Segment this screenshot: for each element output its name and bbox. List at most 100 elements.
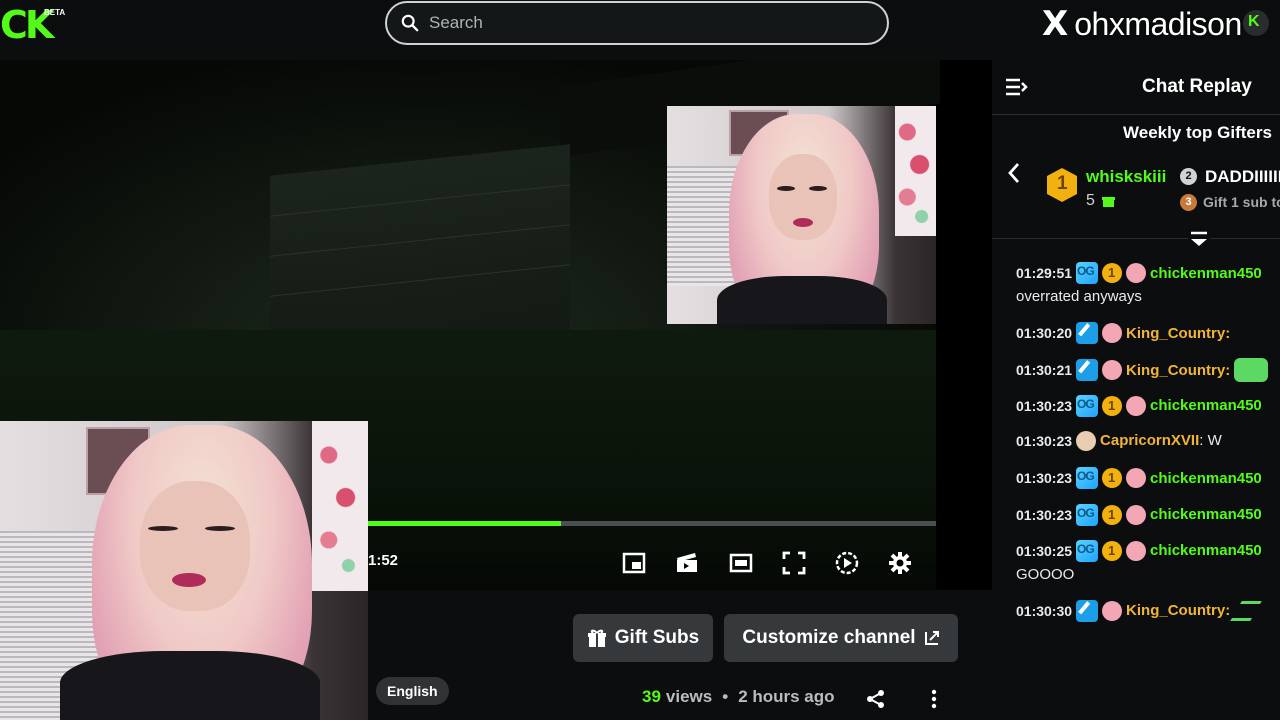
bunny-badge-icon bbox=[1076, 430, 1097, 451]
streamer-facecam-overlay bbox=[667, 106, 936, 324]
customize-channel-label: Customize channel bbox=[742, 627, 916, 648]
chat-header: Chat Replay bbox=[992, 60, 1280, 115]
message-timestamp: 01:30:25 bbox=[1016, 542, 1073, 559]
more-options-icon[interactable] bbox=[924, 688, 944, 710]
expand-gifters-icon[interactable] bbox=[1188, 230, 1210, 248]
customize-channel-button[interactable]: Customize channel bbox=[724, 614, 958, 662]
chevron-left-icon[interactable] bbox=[1006, 162, 1022, 184]
og-badge-icon bbox=[1076, 503, 1099, 526]
subscriber-badge-icon bbox=[1102, 540, 1123, 561]
chat-username[interactable]: chickenman450 bbox=[1150, 470, 1262, 487]
gift-icon bbox=[587, 629, 606, 647]
search-icon bbox=[401, 14, 419, 32]
message-text: overrated anyways bbox=[1016, 288, 1142, 305]
settings-icon bbox=[889, 552, 911, 574]
chat-username[interactable]: chickenman450 bbox=[1150, 506, 1262, 523]
playback-speed-button[interactable] bbox=[834, 550, 860, 576]
chat-username[interactable]: King_Country: bbox=[1126, 362, 1230, 379]
og-badge-icon bbox=[1076, 539, 1099, 562]
subscriber-badge-icon bbox=[1102, 263, 1123, 283]
chat-message: 01:30:20 King_Country: bbox=[1016, 322, 1230, 344]
gift-icon bbox=[1102, 197, 1115, 207]
top-gifter-name[interactable]: whiskskiii bbox=[1086, 167, 1166, 187]
kick-logo[interactable]: CK BETA bbox=[0, 4, 70, 44]
og-badge-icon bbox=[1076, 394, 1099, 417]
bunny-badge-icon bbox=[1126, 395, 1147, 416]
bunny-badge-icon bbox=[1102, 323, 1123, 343]
chat-username[interactable]: chickenman450 bbox=[1150, 265, 1262, 282]
posted-time: 2 hours ago bbox=[738, 687, 835, 706]
fullscreen-icon bbox=[782, 551, 806, 575]
video-progress-bar[interactable] bbox=[368, 521, 936, 526]
clip-button[interactable] bbox=[674, 550, 700, 576]
collapse-chat-icon[interactable] bbox=[1004, 76, 1028, 98]
streamer-webcam bbox=[0, 421, 368, 720]
bunny-badge-icon bbox=[1102, 360, 1123, 381]
kick-badge-icon: K bbox=[1243, 10, 1269, 36]
fullscreen-button[interactable] bbox=[781, 550, 807, 576]
og-badge-icon bbox=[1076, 467, 1099, 490]
chat-username[interactable]: King_Country: bbox=[1126, 602, 1230, 619]
language-tag[interactable]: English bbox=[376, 677, 449, 705]
chat-message: 01:30:25 chickenman450 bbox=[1016, 539, 1262, 562]
video-meta: 39 views • 2 hours ago bbox=[642, 687, 835, 706]
message-timestamp: 01:30:20 bbox=[1016, 325, 1073, 341]
streamer-handle: ohxmadison bbox=[1074, 5, 1242, 42]
chat-message: 01:30:23 chickenman450 bbox=[1016, 394, 1262, 417]
settings-button[interactable] bbox=[887, 550, 913, 576]
chat-username[interactable]: chickenman450 bbox=[1150, 542, 1262, 559]
chat-message: 01:30:23 chickenman450 bbox=[1016, 503, 1262, 526]
share-icon[interactable] bbox=[866, 689, 886, 709]
beta-badge: BETA bbox=[44, 8, 66, 17]
pip-icon bbox=[622, 552, 646, 574]
chat-message: 01:30:23 CapricornXVII: W bbox=[1016, 430, 1222, 451]
message-timestamp: 01:30:21 bbox=[1016, 362, 1073, 379]
gift-subs-label: Gift Subs bbox=[614, 627, 700, 648]
pip-button[interactable] bbox=[621, 550, 647, 576]
playback-time: 1:52 bbox=[368, 552, 399, 569]
subscriber-badge-icon bbox=[1102, 395, 1123, 416]
search-bar[interactable] bbox=[385, 1, 889, 45]
moderator-badge-icon bbox=[1076, 322, 1099, 344]
message-timestamp: 01:30:23 bbox=[1016, 506, 1073, 523]
message-text: GOOOO bbox=[1016, 565, 1075, 583]
message-timestamp: 01:30:23 bbox=[1016, 397, 1073, 414]
moderator-badge-icon bbox=[1076, 359, 1099, 382]
chat-message: 01:30:23 chickenman450 bbox=[1016, 467, 1262, 490]
message-timestamp: 01:30:23 bbox=[1016, 432, 1073, 449]
og-badge-icon bbox=[1076, 262, 1099, 284]
rank-1-number: 1 bbox=[1057, 173, 1068, 194]
gift-subs-button[interactable]: Gift Subs bbox=[573, 614, 713, 662]
views-label: views bbox=[665, 687, 713, 706]
top-gifter-count: 5 bbox=[1086, 192, 1095, 209]
chat-username[interactable]: CapricornXVII bbox=[1100, 432, 1199, 449]
subscriber-badge-icon bbox=[1102, 504, 1123, 525]
chat-message: 01:30:30 King_Country: bbox=[1016, 599, 1262, 622]
message-timestamp: 01:30:23 bbox=[1016, 470, 1073, 487]
bunny-badge-icon bbox=[1126, 540, 1147, 561]
replay-speed-icon bbox=[835, 551, 859, 575]
chat-panel: Chat Replay Weekly top Gifters 1 whisksk… bbox=[992, 60, 1280, 720]
bunny-badge-icon bbox=[1126, 504, 1147, 525]
search-input[interactable] bbox=[427, 12, 851, 34]
divider bbox=[992, 238, 1280, 239]
external-link-icon bbox=[924, 631, 939, 645]
gifters-title: Weekly top Gifters bbox=[1123, 123, 1272, 142]
second-gifter-name[interactable]: DADDIIIIII bbox=[1205, 167, 1280, 187]
clapperboard-icon bbox=[677, 553, 697, 572]
chat-message: 01:30:21 King_Country: bbox=[1016, 358, 1269, 383]
message-timestamp: 01:30:30 bbox=[1016, 602, 1073, 619]
progress-fill bbox=[368, 521, 562, 526]
third-gifter-prompt[interactable]: Gift 1 sub to bbox=[1203, 194, 1280, 210]
rank-2-medal-icon: 2 bbox=[1180, 168, 1197, 185]
message-text: : W bbox=[1199, 432, 1222, 450]
subscriber-badge-icon bbox=[1102, 468, 1123, 489]
rank-3-medal-icon: 3 bbox=[1180, 194, 1197, 211]
bunny-badge-icon bbox=[1102, 600, 1123, 621]
theater-mode-button[interactable] bbox=[728, 550, 754, 576]
chat-username[interactable]: chickenman450 bbox=[1150, 397, 1262, 414]
theater-icon bbox=[729, 553, 753, 573]
moderator-badge-icon bbox=[1076, 599, 1099, 622]
x-handle-overlay: X ohxmadison bbox=[1042, 4, 1242, 44]
chat-username[interactable]: King_Country: bbox=[1126, 325, 1230, 342]
